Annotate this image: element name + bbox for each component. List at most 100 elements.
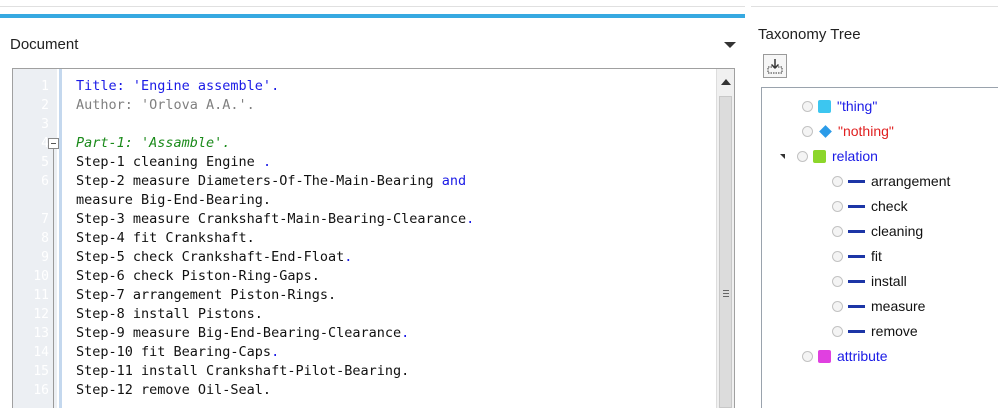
tree-node-label: fit <box>871 248 882 264</box>
document-pane: Document 1 2 3 4 5 6 7 8 9 10 11 12 13 14 15 16 Title: … <box>0 14 745 408</box>
line-number: 9 <box>41 250 49 265</box>
code-line: Step-2 measure Diameters-Of-The-Main-Bea… <box>76 172 474 191</box>
import-icon <box>767 59 783 74</box>
cube-icon <box>818 349 831 363</box>
code-token: . <box>262 154 272 170</box>
code-token: Step-5 check Crankshaft-End-Float <box>76 249 345 265</box>
tree-node-remove[interactable]: remove <box>832 321 918 341</box>
tree-node-relation[interactable]: relation <box>780 146 878 166</box>
code-line: Step-4 fit Crankshaft. <box>76 229 474 248</box>
tree-node-thing[interactable]: "thing" <box>802 96 877 116</box>
code-token: . <box>344 249 353 265</box>
code-token: Step-1 cleaning Engine <box>76 154 263 170</box>
code-line: Author: 'Orlova A.A.'. <box>76 96 474 115</box>
change-margin <box>59 69 62 408</box>
tree-node-fit[interactable]: fit <box>832 246 882 266</box>
vertical-scrollbar[interactable] <box>716 69 734 408</box>
code-token: Step-12 remove Oil-Seal. <box>76 382 272 398</box>
code-token: Author: 'Orlova A.A.'. <box>76 97 255 113</box>
code-line: Step-9 measure Big-End-Bearing-Clearance… <box>76 324 474 343</box>
code-line: Step-10 fit Bearing-Caps. <box>76 343 474 362</box>
line-number: 11 <box>33 288 49 303</box>
tree-node-label: remove <box>871 323 918 339</box>
line-number: 10 <box>33 269 49 284</box>
code-token: Step-6 check Piston-Ring-Gaps. <box>76 268 320 284</box>
line-number: 14 <box>33 345 49 360</box>
code-token: . <box>466 211 475 227</box>
line-number: 13 <box>33 326 49 341</box>
code-token: . <box>271 344 280 360</box>
chevron-down-icon[interactable] <box>724 42 736 48</box>
line-number: 5 <box>41 155 49 170</box>
scroll-thumb[interactable] <box>719 96 732 408</box>
node-radio[interactable] <box>832 225 843 237</box>
line-number: 2 <box>41 98 49 113</box>
expand-arrow-icon[interactable] <box>780 153 785 159</box>
node-radio[interactable] <box>802 100 813 112</box>
line-number: 8 <box>41 231 49 246</box>
code-editor[interactable]: 1 2 3 4 5 6 7 8 9 10 11 12 13 14 15 16 Title: 'Engine a… <box>12 68 735 408</box>
dash-icon <box>848 229 865 233</box>
cube-icon <box>813 149 826 163</box>
fold-guide <box>53 149 54 408</box>
tree-node-measure[interactable]: measure <box>832 296 925 316</box>
code-token: Title: 'Engine assemble'. <box>76 78 280 94</box>
code-line: Title: 'Engine assemble'. <box>76 77 474 96</box>
line-number-gutter: 1 2 3 4 5 6 7 8 9 10 11 12 13 14 15 16 <box>13 69 57 408</box>
top-divider <box>0 6 998 7</box>
dash-icon <box>848 329 865 333</box>
code-line: Step-8 install Pistons. <box>76 305 474 324</box>
line-number: 7 <box>41 212 49 227</box>
node-radio[interactable] <box>832 325 843 337</box>
code-line: Step-12 remove Oil-Seal. <box>76 381 474 400</box>
node-radio[interactable] <box>802 125 813 137</box>
code-token: Step-9 measure Big-End-Bearing-Clearance <box>76 325 402 341</box>
code-token: Step-2 measure Diameters-Of-The-Main-Bea… <box>76 173 442 189</box>
dash-icon <box>848 204 865 208</box>
tree-node-cleaning[interactable]: cleaning <box>832 221 923 241</box>
code-token: Step-3 measure Crankshaft-Main-Bearing-C… <box>76 211 467 227</box>
node-radio[interactable] <box>832 200 843 212</box>
code-token: Step-10 fit Bearing-Caps <box>76 344 272 360</box>
node-radio[interactable] <box>832 175 843 187</box>
tree-node-label: install <box>871 273 907 289</box>
taxonomy-tree[interactable]: "thing" "nothing" relation arrangement check… <box>761 87 998 408</box>
code-token: Step-4 fit Crankshaft. <box>76 230 255 246</box>
code-token: measure Big-End-Bearing. <box>76 192 272 208</box>
code-token: Step-7 arrangement Piston-Rings. <box>76 287 337 303</box>
tree-node-check[interactable]: check <box>832 196 908 216</box>
tree-node-install[interactable]: install <box>832 271 907 291</box>
node-radio[interactable] <box>832 250 843 262</box>
tree-node-label: "nothing" <box>838 123 894 139</box>
tree-node-label: check <box>871 198 908 214</box>
scroll-up-arrow-icon[interactable] <box>721 79 731 85</box>
line-number: 1 <box>41 79 49 94</box>
code-line: Step-6 check Piston-Ring-Gaps. <box>76 267 474 286</box>
tree-node-arrangement[interactable]: arrangement <box>832 171 950 191</box>
node-radio[interactable] <box>797 150 808 162</box>
code-token: Step-8 install Pistons. <box>76 306 263 322</box>
cube-icon <box>818 99 831 113</box>
code-token: Step-11 install Crankshaft-Pilot-Bearing… <box>76 363 410 379</box>
code-line: Step-5 check Crankshaft-End-Float. <box>76 248 474 267</box>
taxonomy-pane: Taxonomy Tree "thing" "nothing" relation ar… <box>751 14 998 408</box>
tree-node-attribute[interactable]: attribute <box>802 346 888 366</box>
fold-toggle-icon[interactable] <box>48 138 59 149</box>
tree-node-label: relation <box>832 148 878 164</box>
tree-node-nothing[interactable]: "nothing" <box>802 121 894 141</box>
tree-node-label: "thing" <box>837 98 878 114</box>
node-radio[interactable] <box>832 300 843 312</box>
code-line: Step-7 arrangement Piston-Rings. <box>76 286 474 305</box>
code-token: and <box>441 173 467 189</box>
code-line: Step-3 measure Crankshaft-Main-Bearing-C… <box>76 210 474 229</box>
dash-icon <box>848 179 865 183</box>
scroll-grip <box>723 290 729 291</box>
code-line: Step-1 cleaning Engine . <box>76 153 474 172</box>
code-text[interactable]: Title: 'Engine assemble'. Author: 'Orlova… <box>76 77 474 400</box>
node-radio[interactable] <box>832 275 843 287</box>
import-button[interactable] <box>763 54 787 78</box>
line-number: 4 <box>41 136 49 151</box>
document-title: Document <box>10 36 79 53</box>
node-radio[interactable] <box>802 350 813 362</box>
